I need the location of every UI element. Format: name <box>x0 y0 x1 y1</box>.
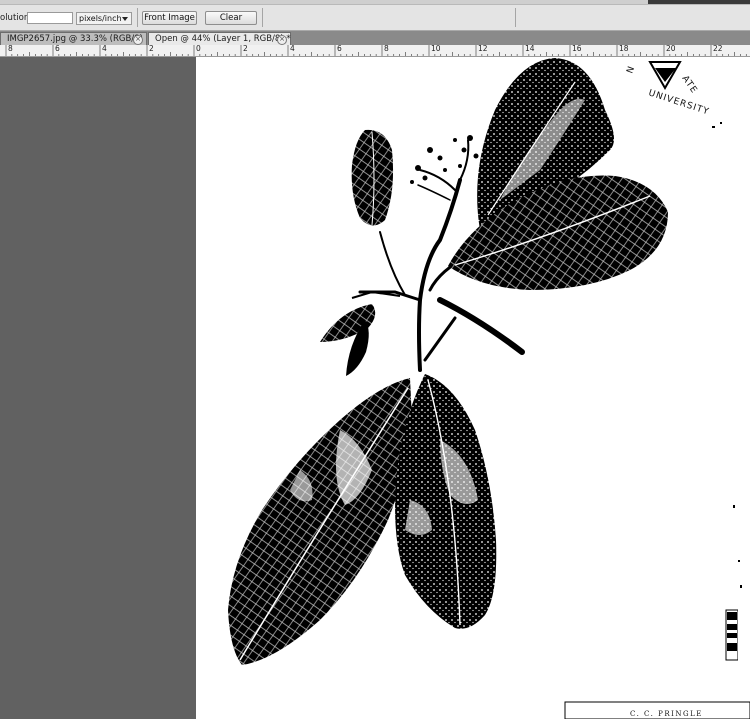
ruler-label: 18 <box>619 45 629 53</box>
seal-text-ate: ATE <box>680 74 699 96</box>
close-icon[interactable]: × <box>277 35 287 45</box>
ruler-label: 6 <box>55 45 60 53</box>
seal-text-n: N <box>625 64 637 75</box>
ruler-label: 20 <box>666 45 676 53</box>
ruler-label: 2 <box>243 45 248 53</box>
resolution-input[interactable] <box>27 12 73 24</box>
ruler-label: 8 <box>384 45 389 53</box>
ruler-label: 14 <box>525 45 535 53</box>
tab-label: IMGP2657.jpg @ 33.3% (RGB/8) <box>7 34 143 44</box>
specimen-label-text: C. C. PRINGLE <box>630 710 703 718</box>
ruler-ticks <box>5 45 747 56</box>
options-separator <box>137 8 138 27</box>
tab-imgp2657[interactable]: IMGP2657.jpg @ 33.3% (RGB/8) × <box>0 32 147 45</box>
tab-open[interactable]: Open @ 44% (Layer 1, RGB/8) * × <box>148 32 291 45</box>
ruler-label: 12 <box>478 45 488 53</box>
leaf-small-upper <box>351 129 394 226</box>
seal-text-university: UNIVERSITY <box>647 88 710 117</box>
color-calibration-strip <box>725 600 750 665</box>
herbarium-specimen-image: ATE UNIVERSITY N <box>228 58 750 719</box>
resolution-units-value: pixels/inch <box>79 14 122 23</box>
ruler-label: 2 <box>149 45 154 53</box>
scan-specks <box>712 122 742 588</box>
ruler-label: 16 <box>572 45 582 53</box>
front-image-button[interactable]: Front Image <box>142 11 197 25</box>
ruler-label: 6 <box>337 45 342 53</box>
options-separator <box>515 8 516 27</box>
workspace-pasteboard[interactable] <box>0 57 196 719</box>
ruler-label: 22 <box>713 45 723 53</box>
options-bar: olution: pixels/inch Front Image Clear <box>0 4 750 31</box>
ruler-label: 10 <box>431 45 441 53</box>
clear-button[interactable]: Clear <box>205 11 257 25</box>
university-seal: ATE UNIVERSITY N <box>625 61 710 117</box>
ruler-label: 0 <box>196 45 201 53</box>
ruler-label: 8 <box>8 45 13 53</box>
leaf-lower-left <box>228 378 412 665</box>
close-icon[interactable]: × <box>133 35 143 45</box>
options-separator <box>262 8 263 27</box>
chevron-down-icon <box>122 17 128 21</box>
ruler-label: 4 <box>102 45 107 53</box>
document-canvas[interactable]: ATE UNIVERSITY N C. C. PRINGLE <box>196 57 750 719</box>
resolution-units-select[interactable]: pixels/inch <box>76 12 132 25</box>
document-tab-bar: IMGP2657.jpg @ 33.3% (RGB/8) × Open @ 44… <box>0 31 750 45</box>
ruler-label: 4 <box>290 45 295 53</box>
tab-label: Open @ 44% (Layer 1, RGB/8) * <box>155 34 291 44</box>
horizontal-ruler[interactable]: 8 6 4 2 0 2 4 6 8 10 12 14 16 18 20 22 <box>0 45 750 57</box>
